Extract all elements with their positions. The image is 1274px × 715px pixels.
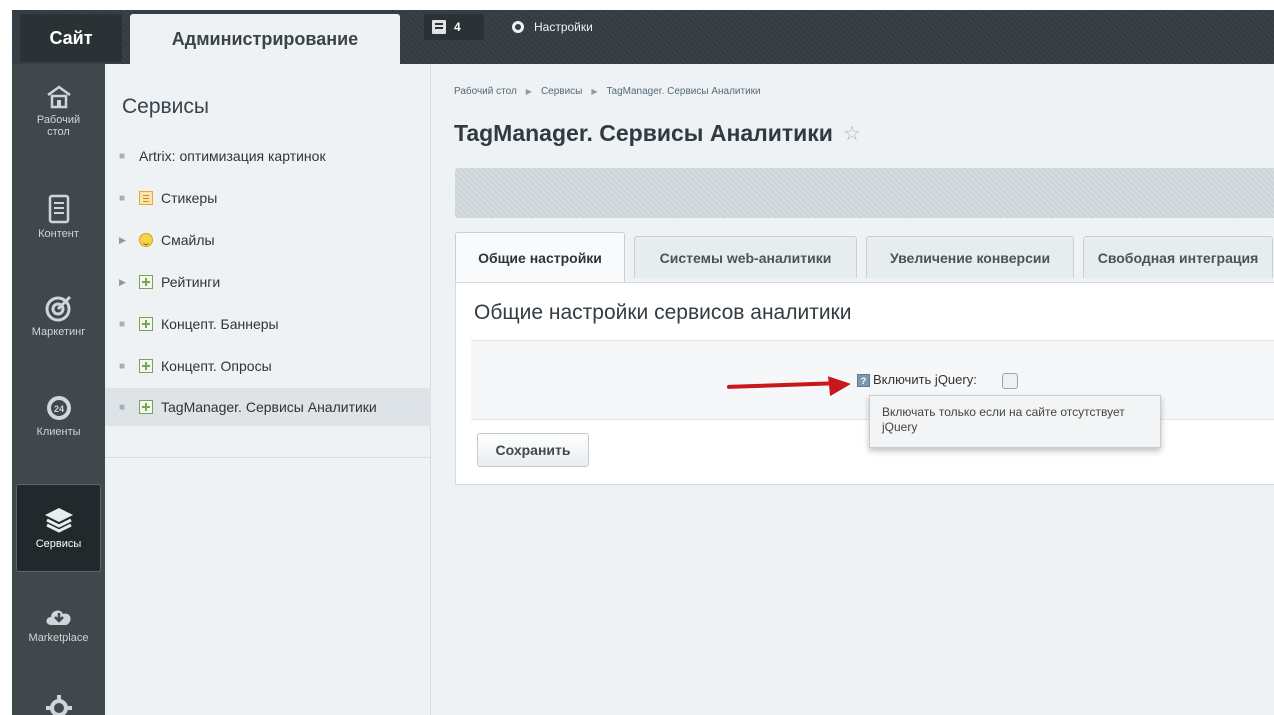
module-icon	[139, 317, 153, 331]
top-bar: Сайт Администрирование 4 Настройки	[0, 0, 1274, 64]
notifications-button[interactable]: 4	[424, 14, 484, 40]
tab-general-settings[interactable]: Общие настройки	[455, 232, 625, 283]
menu-item-desktop[interactable]: Рабочий стол	[12, 84, 105, 138]
menu-label: Маркетинг	[31, 326, 86, 338]
bullet-icon: ■	[119, 318, 126, 330]
menu-item-settings[interactable]	[12, 694, 105, 715]
breadcrumb-item-current[interactable]: TagManager. Сервисы Аналитики	[607, 86, 761, 97]
target-icon	[45, 295, 71, 322]
expand-arrow-icon[interactable]: ▶	[119, 277, 139, 288]
menu-item-clients[interactable]: 24 Клиенты	[12, 394, 105, 438]
sidebar-item-smiles[interactable]: ▶ Смайлы	[105, 224, 431, 256]
home-icon	[46, 85, 71, 109]
menu-label: Сервисы	[35, 538, 82, 550]
svg-text:24: 24	[53, 404, 63, 414]
save-button[interactable]: Сохранить	[477, 433, 589, 467]
module-icon	[139, 359, 153, 373]
layers-icon	[44, 508, 73, 533]
menu-item-marketplace[interactable]: Marketplace	[12, 604, 105, 644]
notification-icon	[432, 20, 446, 34]
jquery-field-row: ? Включить jQuery: Включать только если …	[471, 340, 1274, 448]
notifications-count: 4	[454, 20, 461, 34]
settings-tabs: Общие настройки Системы web-аналитики Ув…	[455, 232, 1274, 283]
tab-conversion[interactable]: Увеличение конверсии	[866, 236, 1074, 278]
sidebar-item-tagmanager[interactable]: ■ TagManager. Сервисы Аналитики	[105, 388, 431, 426]
bullet-icon: ■	[119, 192, 126, 204]
toolbar-area	[455, 168, 1274, 218]
menu-item-marketing[interactable]: Маркетинг	[12, 294, 105, 338]
tab-web-analytics[interactable]: Системы web-аналитики	[634, 236, 857, 278]
breadcrumb-item-services[interactable]: Сервисы	[541, 86, 582, 97]
sidebar-item-label: Стикеры	[161, 190, 218, 206]
smile-icon	[139, 233, 153, 247]
page-title: TagManager. Сервисы Аналитики ☆	[454, 120, 861, 147]
menu-label: Marketplace	[28, 632, 89, 644]
sidebar-item-label: Рейтинги	[161, 274, 221, 290]
menu-label: Рабочий стол	[36, 114, 81, 138]
jquery-checkbox[interactable]	[1002, 373, 1018, 389]
cloud-download-icon	[46, 610, 71, 625]
jquery-field-label: Включить jQuery:	[873, 372, 977, 387]
help-icon[interactable]: ?	[857, 374, 870, 387]
main-content: Рабочий стол ▶ Сервисы ▶ TagManager. Сер…	[431, 64, 1274, 715]
sidebar-item-label: Концепт. Опросы	[161, 358, 272, 374]
menu-item-content[interactable]: Контент	[12, 194, 105, 240]
settings-panel: Общие настройки сервисов аналитики ? Вкл…	[455, 282, 1274, 485]
menu-label: Контент	[38, 228, 79, 240]
breadcrumb-item-desktop[interactable]: Рабочий стол	[454, 86, 517, 97]
page-title-text: TagManager. Сервисы Аналитики	[454, 120, 833, 146]
breadcrumb-separator-icon: ▶	[591, 87, 598, 96]
sidebar-item-label: Концепт. Баннеры	[161, 316, 279, 332]
section-title: Общие настройки сервисов аналитики	[474, 301, 852, 324]
star-icon[interactable]: ☆	[843, 121, 861, 146]
sidebar-item-label: Artrix: оптимизация картинок	[139, 148, 326, 164]
settings-link[interactable]: Настройки	[512, 18, 593, 36]
annotation-arrow-head	[828, 373, 852, 397]
document-icon	[48, 194, 69, 224]
sidebar-item-banners[interactable]: ■ Концепт. Баннеры	[105, 308, 431, 340]
admin-tab[interactable]: Администрирование	[130, 14, 400, 64]
breadcrumb: Рабочий стол ▶ Сервисы ▶ TagManager. Сер…	[454, 86, 761, 97]
sidebar-divider	[105, 457, 431, 458]
bullet-icon: ■	[119, 150, 126, 162]
services-sidebar: Сервисы ■ Artrix: оптимизация картинок ■…	[105, 64, 431, 715]
clock-24-icon: 24	[46, 396, 71, 420]
gear-icon	[512, 21, 524, 33]
sidebar-item-polls[interactable]: ■ Концепт. Опросы	[105, 350, 431, 382]
tab-free-integration[interactable]: Свободная интеграция	[1083, 236, 1273, 278]
help-tooltip: Включать только если на сайте отсутствуе…	[869, 395, 1161, 448]
settings-label: Настройки	[534, 20, 593, 34]
menu-item-services[interactable]: Сервисы	[16, 484, 101, 572]
bullet-icon: ■	[119, 401, 126, 413]
sidebar-title: Сервисы	[122, 95, 210, 118]
breadcrumb-separator-icon: ▶	[525, 87, 532, 96]
menu-label: Клиенты	[36, 426, 81, 438]
sticker-icon	[139, 191, 153, 205]
annotation-arrow-line	[726, 381, 838, 389]
sidebar-item-label: Смайлы	[161, 232, 215, 248]
module-icon	[139, 275, 153, 289]
left-menu: Рабочий стол Контент Маркетинг 24 Клиент…	[12, 64, 105, 715]
site-tab[interactable]: Сайт	[20, 14, 122, 62]
expand-arrow-icon[interactable]: ▶	[119, 235, 139, 246]
sidebar-item-stickers[interactable]: ■ Стикеры	[105, 182, 431, 214]
module-icon	[139, 400, 153, 414]
gear-icon	[45, 695, 72, 715]
sidebar-item-ratings[interactable]: ▶ Рейтинги	[105, 266, 431, 298]
sidebar-item-label: TagManager. Сервисы Аналитики	[161, 399, 377, 415]
bullet-icon: ■	[119, 360, 126, 372]
sidebar-item-artrix[interactable]: ■ Artrix: оптимизация картинок	[105, 140, 431, 172]
